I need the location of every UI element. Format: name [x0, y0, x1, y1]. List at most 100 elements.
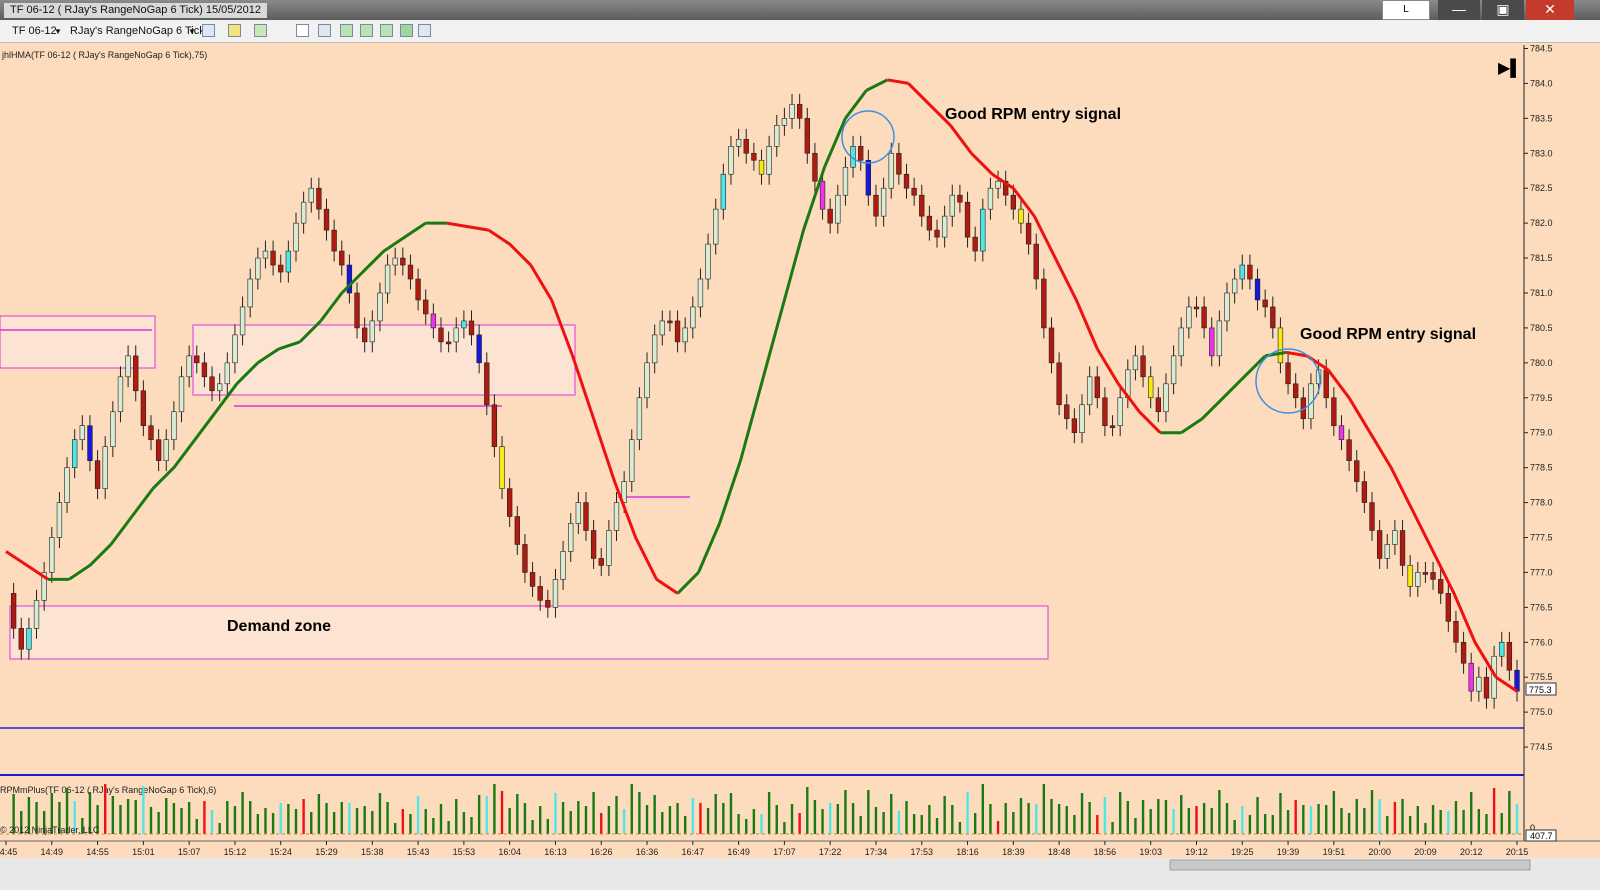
- candle-body: [1048, 327, 1055, 364]
- candle-body: [743, 139, 749, 154]
- close-icon[interactable]: ✕: [1526, 0, 1574, 20]
- candle-body: [1384, 544, 1390, 559]
- candle-body: [1010, 194, 1016, 210]
- time-tick-label: 18:16: [956, 847, 979, 857]
- candle-body: [384, 264, 391, 294]
- rpm-bar: [920, 815, 923, 834]
- rpm-bar: [531, 820, 534, 834]
- supply-zone-box-mid: [192, 324, 576, 396]
- rpm-bar: [943, 796, 946, 834]
- candle-body: [941, 215, 948, 238]
- rpm-bar: [1424, 823, 1427, 834]
- rpm-bar: [104, 784, 107, 834]
- candle-body: [987, 187, 994, 210]
- maximize-icon[interactable]: ▣: [1482, 0, 1524, 20]
- data-box-icon[interactable]: [360, 24, 373, 37]
- rpm-bar: [1027, 803, 1030, 834]
- candle-body: [735, 139, 742, 147]
- candle-body: [590, 530, 597, 559]
- draw-tools-icon[interactable]: [254, 24, 267, 37]
- candle-body: [94, 460, 101, 489]
- candle-body: [499, 446, 505, 489]
- lower-axis-value: 407.7: [1530, 831, 1553, 841]
- properties-icon[interactable]: [380, 24, 393, 37]
- rpm-bar: [500, 791, 504, 834]
- candle-body: [545, 600, 551, 608]
- candle-body: [972, 236, 978, 252]
- rpm-bar: [1256, 797, 1259, 834]
- candle-body: [705, 243, 711, 280]
- period-dropdown-icon[interactable]: ▼: [188, 27, 196, 36]
- rpm-bar: [615, 796, 618, 834]
- rpm-bar: [439, 804, 443, 834]
- candle-body: [217, 383, 223, 392]
- candle-body: [651, 334, 658, 364]
- candle-body: [781, 118, 788, 126]
- chart-style-icon[interactable]: [340, 24, 353, 37]
- rpm-bar: [729, 793, 733, 834]
- indicator-icon[interactable]: [418, 24, 431, 37]
- rpm-bar: [676, 803, 679, 834]
- candle-body: [911, 187, 917, 196]
- candle-body: [1460, 641, 1467, 664]
- time-tick-label: 15:07: [178, 847, 201, 857]
- price-chart[interactable]: jhlHMA(TF 06-12 ( RJay's RangeNoGap 6 Ti…: [0, 43, 1600, 890]
- candle-body: [1483, 676, 1490, 699]
- layout-button[interactable]: L: [1382, 0, 1430, 20]
- candle-body: [33, 600, 40, 629]
- instrument-dropdown-icon[interactable]: ▼: [54, 27, 62, 36]
- time-tick-label: 16:36: [636, 847, 659, 857]
- scrollbar-thumb[interactable]: [1169, 859, 1531, 871]
- instrument-selector[interactable]: TF 06-12: [12, 25, 57, 37]
- minimize-icon[interactable]: —: [1438, 0, 1480, 20]
- zoom-icon[interactable]: [318, 24, 331, 37]
- candle-body: [865, 159, 872, 196]
- price-tick-label: 778.5: [1530, 463, 1553, 473]
- bar-type-icon[interactable]: [202, 24, 215, 37]
- rpm-bar: [1004, 803, 1007, 834]
- time-tick-label: 18:56: [1094, 847, 1117, 857]
- rpm-bar: [187, 802, 191, 834]
- rpm-bar: [1111, 822, 1114, 834]
- candle-body: [896, 152, 902, 175]
- cursor-icon[interactable]: [296, 24, 309, 37]
- candle-body: [308, 187, 314, 203]
- candle-body: [300, 201, 307, 224]
- candle-body: [758, 159, 765, 175]
- candle-body: [1247, 264, 1253, 280]
- candle-body: [1346, 439, 1352, 461]
- rpm-bar: [1325, 805, 1328, 834]
- scroll-to-end-icon[interactable]: ▶▌: [1498, 58, 1522, 78]
- candle-body: [79, 425, 85, 440]
- candle-body: [690, 306, 696, 329]
- period-selector[interactable]: RJay's RangeNoGap 6 Tick: [70, 25, 205, 37]
- candle-body: [453, 327, 459, 343]
- candle-body: [873, 194, 879, 217]
- candle-body: [155, 439, 162, 461]
- candle-body: [87, 425, 93, 461]
- rpm-bar: [1134, 818, 1137, 834]
- rpm-bar: [912, 814, 916, 834]
- candle-body: [552, 579, 559, 608]
- candle-body: [1018, 208, 1024, 224]
- time-tick-label: 18:39: [1002, 847, 1025, 857]
- price-tick-label: 775.0: [1530, 707, 1553, 717]
- candle-body: [72, 439, 78, 468]
- rpm-bar: [1065, 806, 1068, 834]
- rpm-bar: [1210, 808, 1213, 834]
- strategy-icon[interactable]: [400, 24, 413, 37]
- candle-body: [1407, 565, 1413, 587]
- price-tick-label: 784.5: [1530, 43, 1553, 53]
- rpm-bar: [126, 799, 130, 834]
- rpm-bar: [645, 805, 649, 834]
- candle-body: [354, 292, 360, 329]
- rpm-bar: [966, 792, 969, 834]
- rpm-bar: [600, 813, 603, 834]
- rpm-bar: [538, 806, 542, 834]
- pencil-icon[interactable]: [228, 24, 241, 37]
- window-title: TF 06-12 ( RJay's RangeNoGap 6 Tick) 15/…: [4, 3, 267, 18]
- rpm-bar: [745, 819, 748, 834]
- rpm-bar: [935, 818, 939, 834]
- rpm-bar: [1294, 800, 1297, 834]
- rpm-bar: [1378, 799, 1381, 834]
